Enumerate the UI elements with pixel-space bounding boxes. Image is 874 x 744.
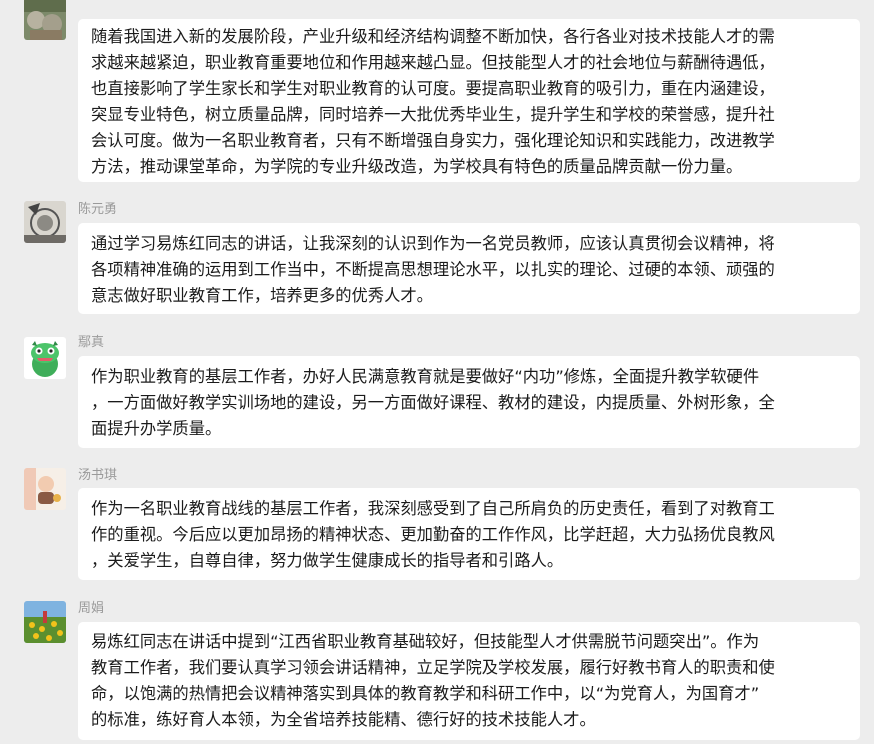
green-dinosaur-avatar-icon (24, 337, 66, 379)
avatar[interactable] (24, 0, 66, 40)
comment-bubble: 作为职业教育的基层工作者，办好人民满意教育就是要做好“内功”修炼，全面提升教学软… (78, 356, 860, 448)
comment-line: 教育工作者，我们要认真学习领会讲话精神，立足学院及学校发展，履行好教书育人的职责… (91, 658, 775, 677)
comment-line: 通过学习易炼红同志的讲话，让我深刻的认识到作为一名党员教师，应该认真贯彻会议精神… (91, 234, 775, 253)
stone-ornament-photo-icon (24, 0, 66, 40)
comment-line: 面提升办学质量。 (91, 419, 222, 438)
comment-line: 也直接影响了学生家长和学生对职业教育的认可度。要提高职业教育的吸引力，重在内涵建… (91, 79, 775, 98)
comment-line: 各项精神准确的运用到工作当中，不断提高思想理论水平，以扎实的理论、过硬的本领、顽… (91, 260, 775, 279)
comment-line: 求越来越紧迫，职业教育重要地位和作用越来越凸显。但技能型人才的社会地位与薪酬待遇… (91, 53, 775, 72)
comment-line: 意志做好职业教育工作，培养更多的优秀人才。 (91, 286, 433, 305)
sender-name: 陈元勇 (78, 202, 118, 217)
avatar[interactable] (24, 201, 66, 243)
comment-line: 的标准，练好育人本领，为全省培养技能精、德行好的技术技能人才。 (91, 710, 596, 729)
sketch-portrait-photo-icon (24, 201, 66, 243)
comment-line: 作为职业教育的基层工作者，办好人民满意教育就是要做好“内功”修炼，全面提升教学软… (91, 367, 760, 386)
comment-bubble: 随着我国进入新的发展阶段，产业升级和经济结构调整不断加快，各行各业对技术技能人才… (78, 19, 860, 182)
comment-line: 突显专业特色，树立质量品牌，同时培养一大批优秀毕业生，提升学生和学校的荣誉感，提… (91, 105, 775, 124)
sender-name: 周娟 (78, 601, 105, 616)
avatar[interactable] (24, 601, 66, 643)
comment-bubble: 易炼红同志在讲话中提到“江西省职业教育基础较好，但技能型人才供需脱节问题突出”。… (78, 622, 860, 740)
comment-line: 易炼红同志在讲话中提到“江西省职业教育基础较好，但技能型人才供需脱节问题突出”。… (91, 632, 760, 651)
sender-name: 鄢真 (78, 335, 105, 350)
comment-bubble: 作为一名职业教育战线的基层工作者，我深刻感受到了自己所肩负的历史责任，看到了对教… (78, 488, 860, 580)
avatar[interactable] (24, 468, 66, 510)
comment-line: 随着我国进入新的发展阶段，产业升级和经济结构调整不断加快，各行各业对技术技能人才… (91, 27, 775, 46)
sunflower-field-photo-icon (24, 601, 66, 643)
comment-line: 作的重视。今后应以更加昂扬的精神状态、更加勤奋的工作作风，比学赶超，大力弘扬优良… (91, 525, 775, 544)
sender-name: 汤书琪 (78, 468, 118, 483)
comment-line: 会认可度。做为一名职业教育者，只有不断增强自身实力，强化理论知识和实践能力，改进… (91, 131, 775, 150)
comment-line: 命，以饱满的热情把会议精神落实到具体的教育教学和科研工作中，以“为党育人，为国育… (91, 684, 760, 703)
comment-line: 方法，推动课堂革命，为学院的专业升级改造，为学校具有特色的质量品牌贡献一份力量。 (91, 157, 743, 176)
comment-line: ，关爱学生，自尊自律，努力做学生健康成长的指导者和引路人。 (91, 551, 564, 570)
comment-line: 作为一名职业教育战线的基层工作者，我深刻感受到了自己所肩负的历史责任，看到了对教… (91, 499, 775, 518)
avatar[interactable] (24, 337, 66, 379)
baby-photo-icon (24, 468, 66, 510)
comment-line: ，一方面做好教学实训场地的建设，另一方面做好课程、教材的建设，内提质量、外树形象… (91, 393, 775, 412)
comment-bubble: 通过学习易炼红同志的讲话，让我深刻的认识到作为一名党员教师，应该认真贯彻会议精神… (78, 223, 860, 314)
